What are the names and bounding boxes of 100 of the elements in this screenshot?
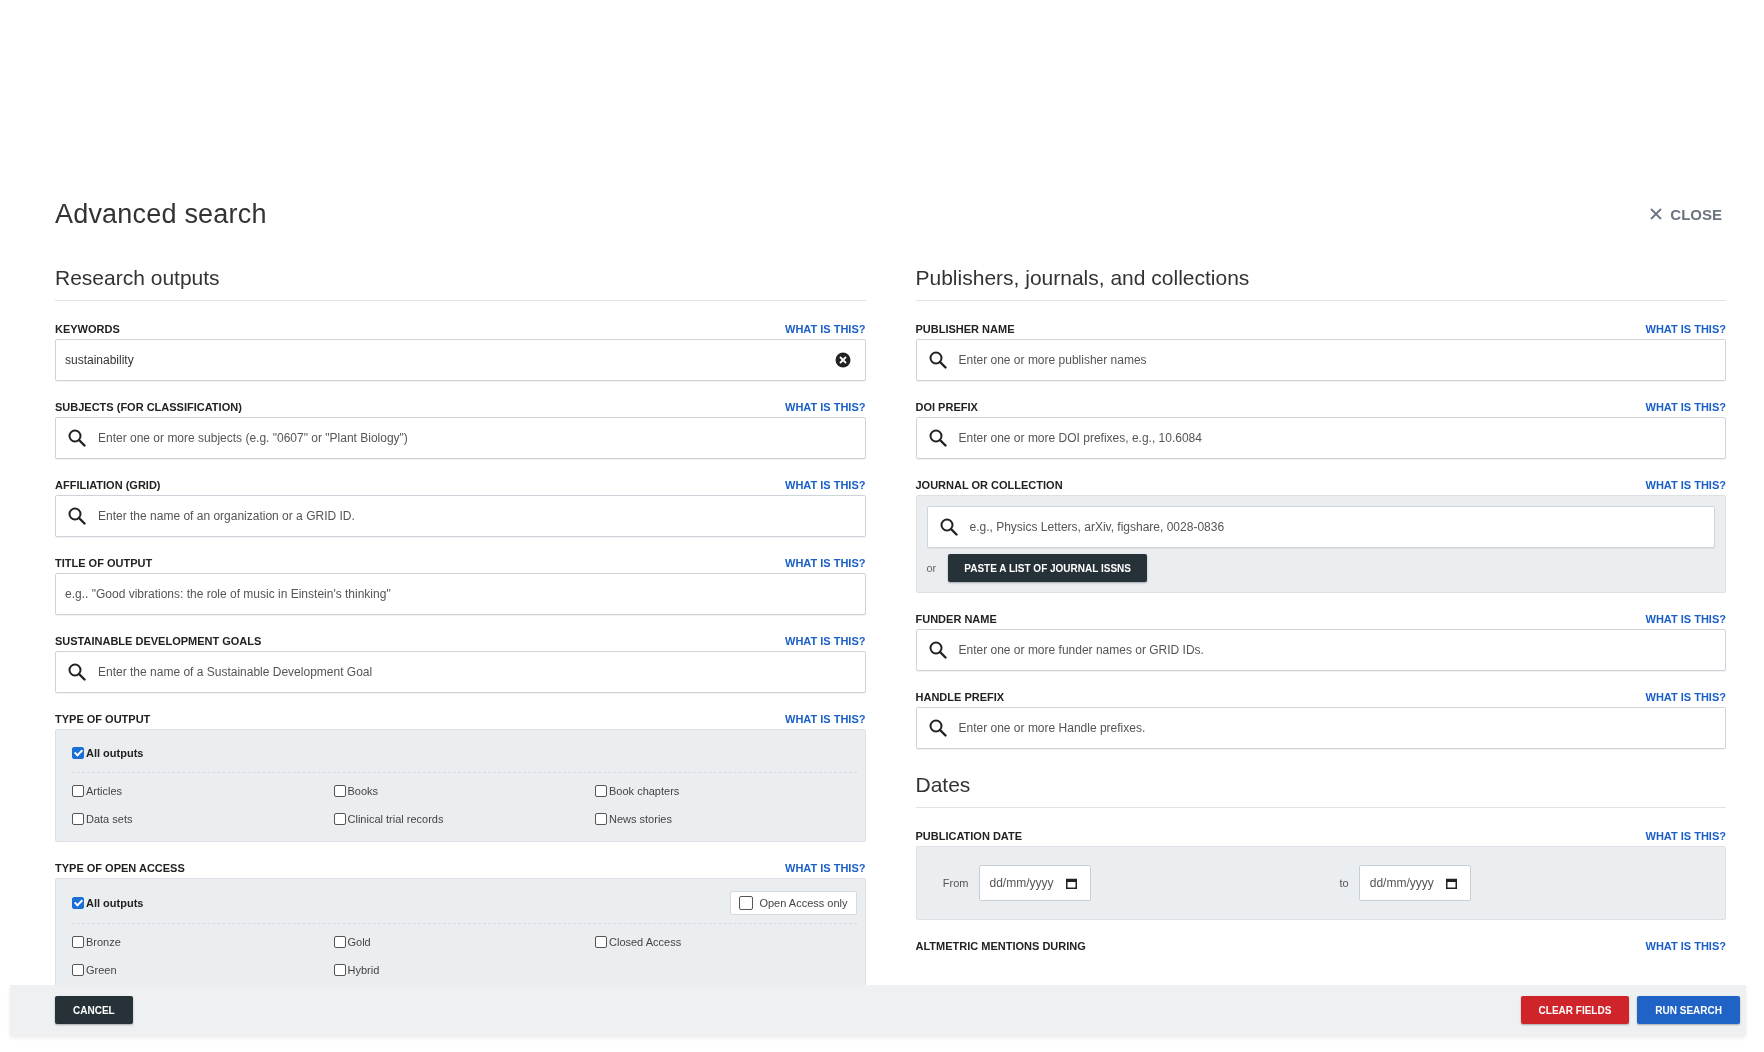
clear-icon <box>834 352 851 368</box>
clear-fields-button[interactable]: CLEAR FIELDS <box>1520 996 1630 1024</box>
paste-issns-button[interactable]: PASTE A LIST OF JOURNAL ISSNS <box>948 554 1147 582</box>
checkbox[interactable] <box>739 896 754 910</box>
date-label: From <box>941 877 969 889</box>
checkbox-option[interactable]: Green <box>72 964 334 976</box>
checkbox[interactable] <box>333 964 346 976</box>
cancel-button[interactable]: CANCEL <box>55 996 133 1024</box>
checkbox[interactable] <box>333 813 346 825</box>
field-label: SUBJECTS (FOR CLASSIFICATION) <box>55 401 242 413</box>
placeholder-text: Enter the name of a Sustainable Development Goal <box>98 665 374 679</box>
checkbox-option[interactable]: Articles <box>72 785 334 797</box>
date-field[interactable]: dd/mm/yyyy <box>1358 865 1471 901</box>
field-label: AFFILIATION (GRID) <box>55 479 161 491</box>
placeholder-text: dd/mm/yyyy <box>989 876 1055 890</box>
help-link[interactable]: WHAT IS THIS? <box>785 635 866 647</box>
checkbox-option[interactable]: Gold <box>333 936 595 948</box>
help-link[interactable]: WHAT IS THIS? <box>1645 479 1726 491</box>
or-text: or <box>926 562 937 574</box>
close-button[interactable]: CLOSE <box>1646 201 1726 227</box>
checkbox-option[interactable]: Bronze <box>72 936 334 948</box>
checkbox-option[interactable]: Hybrid <box>333 964 595 976</box>
field-label: PUBLICATION DATE <box>915 830 1023 842</box>
field-label: TYPE OF OPEN ACCESS <box>55 862 185 874</box>
checkbox[interactable] <box>72 813 84 825</box>
input-field[interactable]: Enter one or more funder names or GRID IDs. <box>915 629 1726 671</box>
checkbox-option[interactable]: Clinical trial records <box>333 813 595 825</box>
search-icon <box>928 429 947 447</box>
field-label: KEYWORDS <box>55 323 120 335</box>
section-heading: Research outputs <box>55 262 866 301</box>
checkbox[interactable] <box>72 897 84 909</box>
section-heading: Dates <box>915 769 1726 808</box>
checkbox[interactable] <box>72 964 84 976</box>
checkbox[interactable] <box>333 785 346 797</box>
checkbox-option[interactable]: News stories <box>595 813 857 825</box>
checkbox[interactable] <box>595 936 607 948</box>
checkbox[interactable] <box>72 936 84 948</box>
search-icon <box>928 351 947 369</box>
input-field[interactable]: Enter one or more subjects (e.g. "0607" or "Plant Biology") <box>55 417 866 459</box>
input-field[interactable]: Enter one or more DOI prefixes, e.g., 10.6084 <box>915 417 1726 459</box>
checkbox[interactable] <box>595 813 607 825</box>
input-field[interactable]: Enter one or more Handle prefixes. <box>915 707 1726 749</box>
help-link[interactable]: WHAT IS THIS? <box>1645 691 1726 703</box>
input-field[interactable]: Enter the name of a Sustainable Development Goal <box>55 651 866 693</box>
calendar-icon <box>1445 877 1457 889</box>
field-label: ALTMETRIC MENTIONS DURING <box>915 940 1086 952</box>
date-field[interactable]: dd/mm/yyyy <box>978 865 1091 901</box>
field-value: sustainability <box>65 353 135 367</box>
field-label: JOURNAL OR COLLECTION <box>915 479 1063 491</box>
help-link[interactable]: WHAT IS THIS? <box>1645 613 1726 625</box>
input-field[interactable]: e.g., Physics Letters, arXiv, figshare, 0028-0836 <box>926 506 1715 548</box>
placeholder-text: Enter one or more subjects (e.g. "0607" or "Plant Biology") <box>98 431 409 445</box>
help-link[interactable]: WHAT IS THIS? <box>1645 323 1726 335</box>
checkbox-option[interactable]: Books <box>333 785 595 797</box>
help-link[interactable]: WHAT IS THIS? <box>1645 401 1726 413</box>
section-heading: Publishers, journals, and collections <box>915 262 1726 301</box>
checkbox[interactable] <box>333 936 346 948</box>
input-field[interactable]: e.g.. "Good vibrations: the role of music in Einstein's thinking" <box>55 573 866 615</box>
search-icon <box>928 719 947 737</box>
field-label: DOI PREFIX <box>915 401 978 413</box>
field-label: TITLE OF OUTPUT <box>55 557 153 569</box>
help-link[interactable]: WHAT IS THIS? <box>1645 830 1726 842</box>
help-link[interactable]: WHAT IS THIS? <box>785 862 866 874</box>
search-icon <box>928 641 947 659</box>
input-field[interactable]: Enter one or more publisher names <box>915 339 1726 381</box>
placeholder-text: Enter one or more funder names or GRID IDs. <box>958 643 1205 657</box>
field-label: PUBLISHER NAME <box>915 323 1015 335</box>
checkbox[interactable] <box>72 785 84 797</box>
toggle-option[interactable]: Open Access only <box>730 891 857 915</box>
placeholder-text: Enter one or more DOI prefixes, e.g., 10.6084 <box>958 431 1203 445</box>
search-icon <box>68 663 86 681</box>
field-label: FUNDER NAME <box>915 613 997 625</box>
run-search-button[interactable]: RUN SEARCH <box>1637 996 1740 1024</box>
search-icon <box>68 507 86 525</box>
close-icon <box>1650 208 1663 220</box>
help-link[interactable]: WHAT IS THIS? <box>785 479 866 491</box>
field-label: SUSTAINABLE DEVELOPMENT GOALS <box>55 635 262 647</box>
input-field[interactable]: sustainability <box>55 339 866 381</box>
checkbox[interactable] <box>595 785 607 797</box>
field-label: HANDLE PREFIX <box>915 691 1005 703</box>
placeholder-text: Enter the name of an organization or a GRID ID. <box>98 509 356 523</box>
checkbox[interactable] <box>72 747 84 759</box>
placeholder-text: Enter one or more Handle prefixes. <box>958 721 1147 735</box>
checkbox-option[interactable]: All outputs <box>72 747 144 759</box>
checkbox-option[interactable]: Closed Access <box>595 936 857 948</box>
help-link[interactable]: WHAT IS THIS? <box>1645 940 1726 952</box>
placeholder-text: dd/mm/yyyy <box>1369 876 1435 890</box>
placeholder-text: Enter one or more publisher names <box>958 353 1148 367</box>
checkbox-option[interactable]: Book chapters <box>595 785 857 797</box>
help-link[interactable]: WHAT IS THIS? <box>785 401 866 413</box>
search-icon <box>939 518 958 536</box>
help-link[interactable]: WHAT IS THIS? <box>785 323 866 335</box>
field-label: TYPE OF OUTPUT <box>55 713 151 725</box>
checkbox-option[interactable]: Data sets <box>72 813 334 825</box>
date-label: to <box>1338 877 1349 889</box>
checkbox-option[interactable]: All outputs <box>72 897 144 909</box>
help-link[interactable]: WHAT IS THIS? <box>785 713 866 725</box>
input-field[interactable]: Enter the name of an organization or a GRID ID. <box>55 495 866 537</box>
help-link[interactable]: WHAT IS THIS? <box>785 557 866 569</box>
placeholder-text: e.g., Physics Letters, arXiv, figshare, 0028-0836 <box>969 520 1226 534</box>
